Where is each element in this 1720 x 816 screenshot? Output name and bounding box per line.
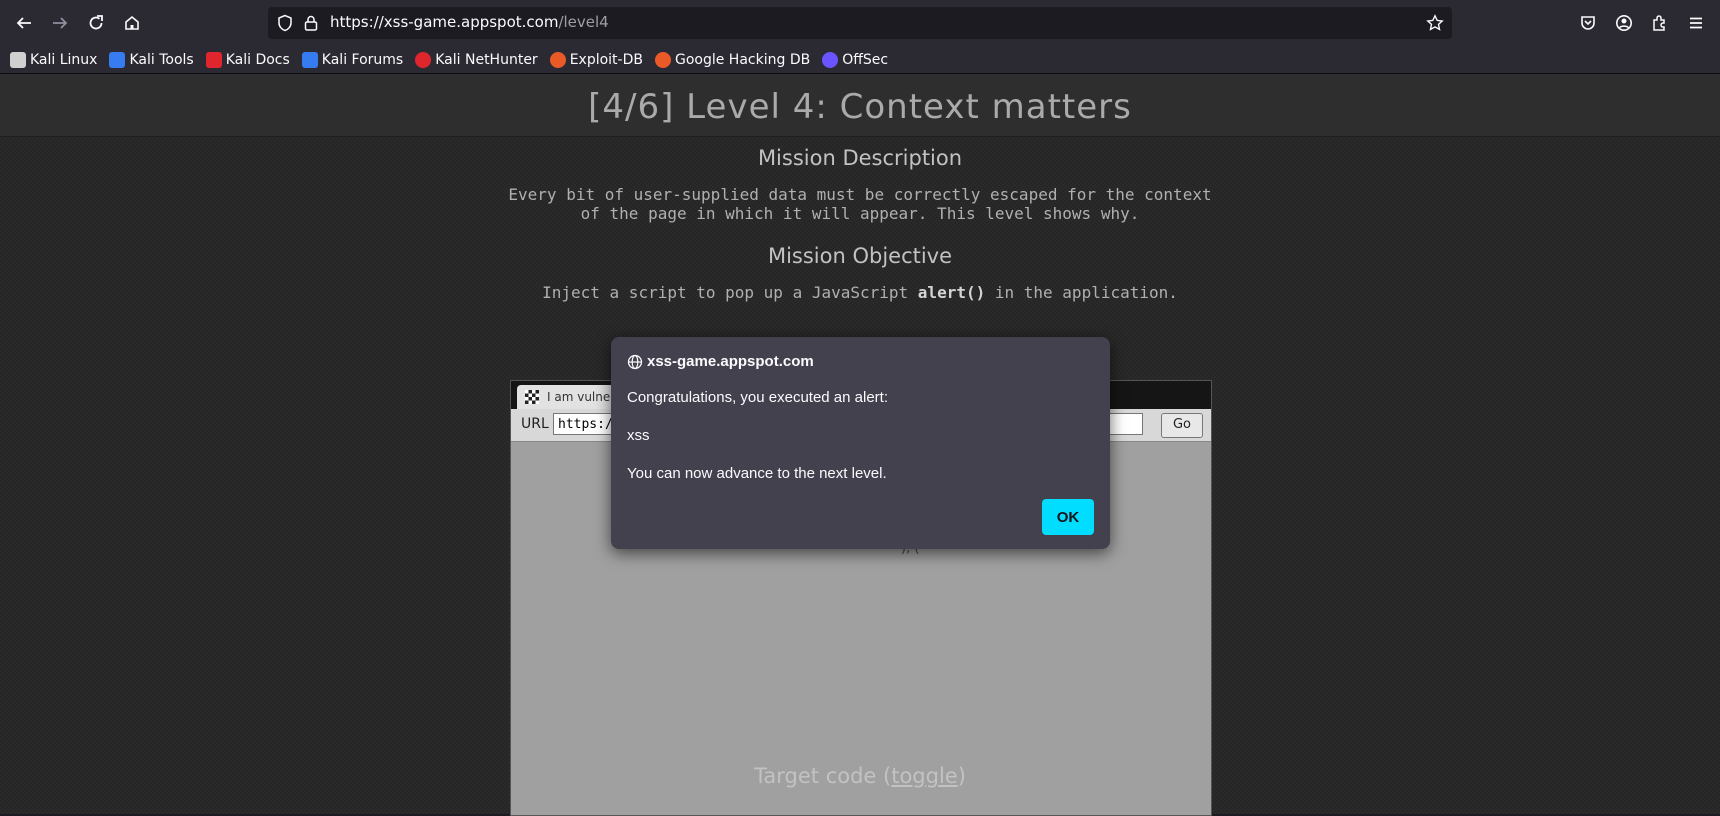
bookmark-kali-tools[interactable]: Kali Tools: [109, 51, 194, 68]
offsec-icon: [822, 51, 839, 68]
bookmark-kali-forums[interactable]: Kali Forums: [301, 51, 404, 68]
url-base: https://xss-game.appspot.com: [330, 13, 559, 31]
bookmark-google-hacking-db[interactable]: Google Hacking DB: [654, 51, 811, 68]
globe-icon: [627, 354, 643, 369]
frame-url-label: URL: [521, 416, 549, 432]
level-title-bar: [4/6] Level 4: Context matters: [0, 74, 1720, 137]
forward-button[interactable]: [44, 8, 76, 38]
objective-pre: Inject a script to pop up a JavaScript: [542, 283, 918, 302]
home-icon: [125, 15, 139, 30]
lock-icon[interactable]: [302, 14, 320, 32]
pocket-icon: [1581, 16, 1595, 30]
bookmark-kali-linux[interactable]: Kali Linux: [10, 51, 98, 68]
ok-button[interactable]: OK: [1042, 499, 1094, 535]
bookmark-label: Kali Linux: [30, 51, 98, 68]
dialog-message-line-1: Congratulations, you executed an alert:: [627, 389, 888, 406]
bookmark-label: Kali Tools: [129, 51, 194, 68]
checkered-favicon-icon: [525, 390, 539, 404]
bookmark-label: Kali NetHunter: [435, 51, 538, 68]
level-title: [4/6] Level 4: Context matters: [588, 87, 1132, 127]
pocket-button[interactable]: [1572, 8, 1604, 38]
ghdb-icon: [654, 51, 671, 68]
exploit-db-icon: [549, 51, 566, 68]
bookmark-label: OffSec: [842, 51, 889, 68]
url-text[interactable]: https://xss-game.appspot.com/level4: [330, 13, 609, 31]
mission-description-heading: Mission Description: [757, 146, 963, 170]
kali-forums-icon: [301, 51, 318, 68]
back-arrow-icon: [16, 17, 31, 29]
bookmark-kali-docs[interactable]: Kali Docs: [205, 51, 290, 68]
puzzle-piece-icon: [1653, 15, 1665, 31]
bookmark-kali-nethunter[interactable]: Kali NetHunter: [415, 51, 538, 68]
account-icon: [1616, 15, 1632, 31]
extensions-button[interactable]: [1644, 8, 1676, 38]
target-code-heading: Target code (toggle): [0, 764, 1720, 788]
mission-objective-text: Inject a script to pop up a JavaScript a…: [0, 283, 1720, 302]
bookmark-star-icon[interactable]: [1426, 14, 1444, 32]
account-button[interactable]: [1608, 8, 1640, 38]
bookmark-label: Kali Docs: [225, 51, 290, 68]
bookmark-offsec[interactable]: OffSec: [822, 51, 889, 68]
kali-dragon-icon: [10, 51, 26, 68]
dialog-origin-text: xss-game.appspot.com: [647, 353, 814, 370]
objective-post: in the application.: [985, 283, 1178, 302]
mission-description-line-1: Every bit of user-supplied data must be …: [508, 185, 1212, 204]
dialog-origin: xss-game.appspot.com: [627, 353, 814, 370]
bookmark-label: Google Hacking DB: [674, 51, 811, 68]
tracking-protection-shield-icon[interactable]: [276, 14, 294, 32]
toggle-link[interactable]: toggle: [891, 764, 958, 788]
alert-dialog: xss-game.appspot.com Congratulations, yo…: [611, 337, 1110, 549]
url-path: /level4: [558, 13, 609, 31]
objective-code: alert(): [917, 283, 986, 302]
nethunter-icon: [415, 51, 432, 68]
browser-toolbar: https://xss-game.appspot.com/level4: [0, 0, 1720, 46]
reload-icon: [89, 15, 103, 30]
target-code-pre: Target code (: [754, 764, 892, 788]
back-button[interactable]: [8, 8, 40, 38]
bookmarks-toolbar: Kali Linux Kali Tools Kali Docs Kali For…: [0, 46, 1720, 74]
forward-arrow-icon: [53, 17, 68, 29]
kali-tools-icon: [109, 51, 126, 68]
mission-description-line-2: of the page in which it will appear. Thi…: [580, 204, 1140, 223]
dialog-message-line-3: You can now advance to the next level.: [627, 465, 887, 482]
frame-go-button[interactable]: Go: [1161, 413, 1203, 438]
dialog-message-line-2: xss: [627, 427, 650, 444]
bookmark-label: Exploit-DB: [569, 51, 643, 68]
bookmark-exploit-db[interactable]: Exploit-DB: [549, 51, 643, 68]
hamburger-menu-icon: [1690, 17, 1702, 29]
reload-button[interactable]: [80, 8, 112, 38]
menu-button[interactable]: [1680, 8, 1712, 38]
address-bar[interactable]: https://xss-game.appspot.com/level4: [268, 7, 1452, 39]
home-button[interactable]: [116, 8, 148, 38]
kali-docs-icon: [205, 51, 222, 68]
bookmark-label: Kali Forums: [321, 51, 404, 68]
mission-objective-heading: Mission Objective: [767, 244, 953, 268]
target-code-post: ): [957, 764, 966, 788]
